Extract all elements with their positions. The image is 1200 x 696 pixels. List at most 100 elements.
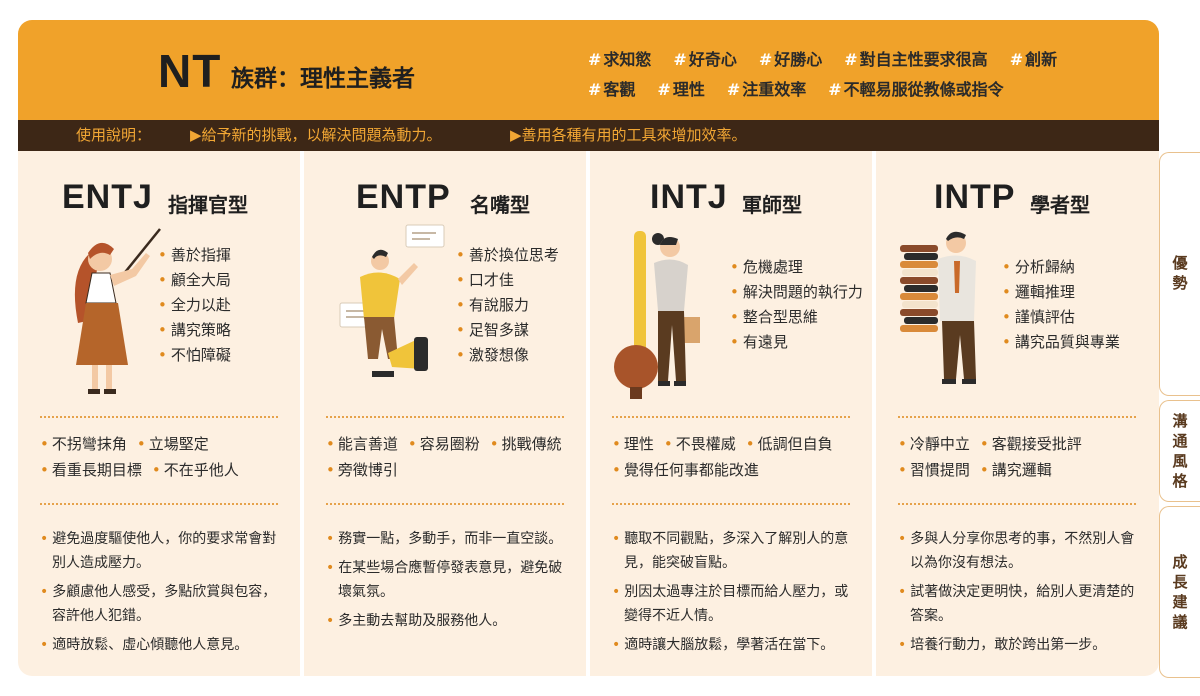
communication-item: 習慣提問	[898, 461, 970, 479]
communication-item: 能言善道	[326, 435, 398, 453]
trait-tags-row-1: # 求知慾 # 好奇心 # 好勝心 # 對自主性要求很高 # 創新	[588, 46, 1128, 70]
type-code: INTJ	[650, 178, 728, 216]
communication-item: 理性	[612, 435, 654, 453]
communication-item: 旁徵博引	[326, 461, 398, 479]
communication-item: 講究邏輯	[980, 461, 1052, 479]
type-name: 名嘴型	[470, 193, 530, 217]
communication-item: 不拐彎抹角	[40, 435, 127, 453]
strength-item: 口才佳	[456, 268, 559, 293]
trait-tag: # 對自主性要求很高	[844, 50, 988, 69]
advice-list: 多與人分享你思考的事，不然別人會以為你沒有想法。 試著做決定更明快，給別人更清楚…	[898, 527, 1148, 662]
communication-item: 容易圈粉	[408, 435, 480, 453]
usage-tip-1: ▶給予新的挑戰，以解決問題為動力。	[190, 126, 442, 144]
advice-item: 多與人分享你思考的事，不然別人會以為你沒有想法。	[898, 527, 1148, 575]
strength-item: 講究品質與專業	[1002, 330, 1120, 355]
trait-tag: # 好勝心	[758, 50, 823, 69]
divider	[40, 503, 278, 505]
trait-tag: # 好奇心	[673, 50, 737, 69]
communication-list: 理性不畏權威低調但自負 覺得任何事都能改進	[612, 431, 862, 483]
type-name: 軍師型	[742, 193, 802, 217]
strength-item: 危機處理	[730, 255, 863, 280]
group-code: NT	[158, 45, 222, 97]
trait-tag: # 創新	[1009, 50, 1058, 69]
communication-item: 挑戰傳統	[490, 435, 562, 453]
communication-list: 能言善道容易圈粉挑戰傳統 旁徵博引	[326, 431, 576, 483]
strength-item: 有遠見	[730, 330, 863, 355]
side-tab-label: 溝通風格	[1172, 412, 1188, 490]
trait-tag: # 求知慾	[588, 50, 652, 69]
divider	[612, 503, 850, 505]
advice-item: 聽取不同觀點，多深入了解別人的意見，能突破盲點。	[612, 527, 862, 575]
advice-item: 在某些場合應暫停發表意見，避免破壞氣氛。	[326, 556, 576, 604]
communication-list: 不拐彎抹角立場堅定 看重長期目標不在乎他人	[40, 431, 290, 483]
type-card-entj: ENTJ 指揮官型 善於指揮 顧全大局 全力以赴 講究策略 不怕障礙 不拐彎抹角…	[18, 151, 300, 676]
speaker-illustration-icon	[339, 224, 445, 377]
strengths-list: 分析歸納 邏輯推理 謹慎評估 講究品質與專業	[1002, 255, 1120, 355]
side-tab-strengths: 優勢	[1159, 152, 1200, 396]
strength-item: 足智多謀	[456, 318, 559, 343]
strength-item: 整合型思維	[730, 305, 863, 330]
teacher-illustration-icon	[74, 228, 161, 394]
communication-item: 冷靜中立	[898, 435, 970, 453]
advice-item: 培養行動力，敢於跨出第一步。	[898, 633, 1148, 657]
advice-list: 務實一點，多動手，而非一直空談。 在某些場合應暫停發表意見，避免破壞氣氛。 多主…	[326, 527, 576, 638]
type-name: 指揮官型	[168, 193, 248, 217]
strategist-illustration-icon	[614, 231, 700, 399]
strengths-list: 危機處理 解決問題的執行力 整合型思維 有遠見	[730, 255, 863, 355]
strength-item: 全力以赴	[158, 293, 231, 318]
side-tab-communication: 溝通風格	[1159, 400, 1200, 502]
advice-list: 聽取不同觀點，多深入了解別人的意見，能突破盲點。 別因太過專注於目標而給人壓力，…	[612, 527, 862, 662]
communication-item: 立場堅定	[137, 435, 209, 453]
communication-item: 不在乎他人	[152, 461, 239, 479]
type-name: 學者型	[1030, 193, 1090, 217]
trait-tag: # 客觀	[588, 80, 636, 99]
group-name: 族群：理性主義者	[231, 66, 415, 92]
divider	[898, 503, 1136, 505]
advice-item: 避免過度驅使他人，你的要求常會對別人造成壓力。	[40, 527, 290, 575]
infographic: NT 族群：理性主義者 # 求知慾 # 好奇心 # 好勝心 # 對自主性要求很高 # 創新…	[18, 20, 1159, 676]
type-code: ENTP	[356, 178, 451, 216]
type-card-entp: ENTP 名嘴型 善於換位思考 口才佳 有說服力 足智多謀 激發想像	[304, 151, 586, 676]
divider	[40, 416, 278, 418]
strength-item: 分析歸納	[1002, 255, 1120, 280]
usage-tip-2: ▶善用各種有用的工具來增加效率。	[510, 126, 747, 144]
divider	[326, 416, 564, 418]
advice-item: 多顧慮他人感受，多點欣賞與包容，容許他人犯錯。	[40, 580, 290, 628]
advice-item: 試著做決定更明快，給別人更清楚的答案。	[898, 580, 1148, 628]
divider	[326, 503, 564, 505]
strength-item: 不怕障礙	[158, 343, 231, 368]
strength-item: 謹慎評估	[1002, 305, 1120, 330]
side-tab-label: 優勢	[1172, 254, 1188, 292]
trait-tags: # 求知慾 # 好奇心 # 好勝心 # 對自主性要求很高 # 創新 # 客觀 # 理性 # 注重…	[588, 46, 1128, 106]
trait-tag: # 注重效率	[726, 80, 807, 99]
communication-list: 冷靜中立客觀接受批評 習慣提問講究邏輯	[898, 431, 1148, 483]
communication-item: 不畏權威	[664, 435, 736, 453]
usage-bar: 使用說明： ▶給予新的挑戰，以解決問題為動力。 ▶善用各種有用的工具來增加效率。	[18, 120, 1159, 151]
type-card-intp: INTP 學者型 分析歸納 邏輯推理 謹慎評估 講究品質與專業	[876, 151, 1159, 676]
scholar-illustration-icon	[900, 231, 976, 384]
side-tab-label: 成長建議	[1172, 553, 1188, 631]
communication-item: 覺得任何事都能改進	[612, 461, 759, 479]
strength-item: 有說服力	[456, 293, 559, 318]
communication-item: 低調但自負	[746, 435, 833, 453]
strength-item: 講究策略	[158, 318, 231, 343]
type-card-intj: INTJ 軍師型 危機處理 解決問題的執行力 整合型思維 有遠見 理性不畏權威低…	[590, 151, 872, 676]
usage-label: 使用說明：	[76, 126, 152, 144]
type-code: INTP	[934, 178, 1016, 216]
divider	[898, 416, 1136, 418]
header-banner: NT 族群：理性主義者 # 求知慾 # 好奇心 # 好勝心 # 對自主性要求很高 # 創新…	[18, 20, 1159, 120]
advice-item: 多主動去幫助及服務他人。	[326, 609, 576, 633]
advice-item: 別因太過專注於目標而給人壓力，或變得不近人情。	[612, 580, 862, 628]
communication-item: 客觀接受批評	[980, 435, 1082, 453]
advice-item: 適時放鬆、虛心傾聽他人意見。	[40, 633, 290, 657]
advice-item: 適時讓大腦放鬆，學著活在當下。	[612, 633, 862, 657]
strengths-list: 善於換位思考 口才佳 有說服力 足智多謀 激發想像	[456, 243, 559, 368]
strength-item: 邏輯推理	[1002, 280, 1120, 305]
advice-item: 務實一點，多動手，而非一直空談。	[326, 527, 576, 551]
strength-item: 善於指揮	[158, 243, 231, 268]
side-tab-growth: 成長建議	[1159, 506, 1200, 678]
advice-list: 避免過度驅使他人，你的要求常會對別人造成壓力。 多顧慮他人感受，多點欣賞與包容，…	[40, 527, 290, 662]
strengths-list: 善於指揮 顧全大局 全力以赴 講究策略 不怕障礙	[158, 243, 231, 368]
strength-item: 善於換位思考	[456, 243, 559, 268]
strength-item: 解決問題的執行力	[730, 280, 863, 305]
